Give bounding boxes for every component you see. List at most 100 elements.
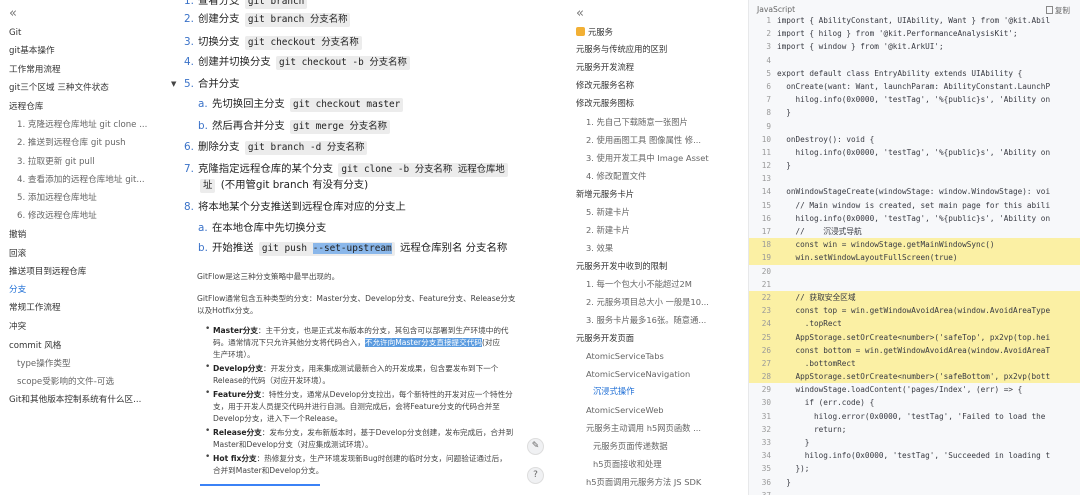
sidebar-item[interactable]: Git和其他版本控制系统有什么区... [9, 394, 141, 406]
step-text: 将本地某个分支推送到远程仓库对应的分支上 [198, 201, 406, 213]
line-number: 12 [761, 161, 771, 171]
sidebar-item[interactable]: h5页面接收和处理 [593, 458, 662, 470]
sidebar-item[interactable]: 元服务主动调用 h5网页函数 ... [586, 422, 701, 434]
code-text: git branch [247, 0, 305, 7]
code-text: onWindowStageCreate(windowStage: window.… [777, 187, 1051, 197]
sidebar-item[interactable]: AtomicServiceWeb [586, 404, 664, 416]
sidebar-item[interactable]: 元服务页面传递数据 [593, 440, 668, 452]
sidebar-item[interactable]: commit 风格 [9, 340, 61, 352]
mid-outline-sidebar: « 元服务元服务与传统应用的区别 元服务开发流程 修改元服务名称 修改元服务图标 1. … [570, 0, 740, 495]
selected-text[interactable]: 不允许向Master分支直接提交代码 [364, 338, 482, 347]
line-number: 8 [766, 108, 771, 118]
sidebar-item[interactable]: 回滚 [9, 248, 26, 260]
sidebar-item[interactable]: 1. 先自己下载随意一张图片 [586, 116, 688, 128]
sidebar-item[interactable]: 2. 新建卡片 [586, 224, 630, 236]
code-text: const win = windowStage.getMainWindowSyn… [777, 240, 995, 250]
edit-icon[interactable]: ✎ [527, 438, 544, 455]
help-icon[interactable]: ? [527, 467, 544, 484]
line-number: 19 [761, 253, 771, 263]
sidebar-item[interactable]: type操作类型 [17, 358, 71, 370]
sidebar-item[interactable]: git三个区域 三种文件状态 [9, 82, 109, 94]
paragraph: GitFlow通常包含五种类型的分支：Master分支、Develop分支、Fe… [197, 294, 516, 303]
step-text: 先切换回主分支 [212, 98, 289, 110]
sidebar-item[interactable]: AtomicServiceTabs [586, 350, 664, 362]
sidebar-item[interactable]: 4. 修改配置文件 [586, 170, 646, 182]
sidebar-item[interactable]: 2. 使用画图工具 图像属性 修... [586, 134, 701, 146]
sidebar-item-label: 元服务主动调用 h5网页函数 ... [586, 423, 701, 433]
code-text: AppStorage.setOrCreate<number>('safeTop'… [777, 332, 1051, 342]
sidebar-item[interactable]: 1. 每一个包大小不能超过2M [586, 278, 692, 290]
double-chevron-left-icon[interactable]: « [9, 6, 17, 21]
sidebar-item[interactable]: 元服务开发流程 [576, 61, 634, 73]
sidebar-item-label: 元服务开发页面 [576, 333, 635, 343]
code-text: hilog.error(0x0000, 'testTag', 'Failed t… [777, 411, 1046, 421]
sidebar-item[interactable]: 冲突 [9, 321, 26, 333]
sidebar-item[interactable]: 新增元服务卡片 [576, 188, 634, 200]
code-line: 13 [749, 172, 1080, 185]
sidebar-item[interactable]: 5. 添加远程仓库地址 [17, 192, 97, 204]
bullet-line: ：特性分支，通常从Develop分支拉出，每个新特性的开发对应一个特性分 [261, 390, 513, 399]
code-text: 址 [203, 180, 213, 191]
code-text: .bottomRect [777, 358, 856, 368]
code-inline: git checkout master [290, 98, 404, 112]
sidebar-item[interactable]: Git [9, 27, 21, 39]
line-number: 25 [761, 332, 771, 342]
bullet-line: ：开发分支，用来集成测试最新合入的开发成果，包含要发布到下一个 [263, 364, 499, 373]
sidebar-item[interactable]: 3. 拉取更新 git pull [17, 156, 95, 168]
double-chevron-left-icon[interactable]: « [576, 6, 584, 21]
sidebar-item[interactable]: 元服务与传统应用的区别 [576, 43, 667, 55]
code-text: export default class EntryAbility extend… [777, 68, 1023, 78]
sidebar-item[interactable]: 沉浸式操作 [593, 385, 635, 397]
sidebar-item[interactable]: 修改元服务图标 [576, 97, 634, 109]
sidebar-item[interactable]: 远程仓库 [9, 101, 43, 113]
step-text: 远程仓库别名 分支名称 [396, 242, 508, 254]
bullet-line: 合并到Master和Develop分支。 [213, 466, 324, 475]
sidebar-item[interactable]: 1. 克隆远程仓库地址 git clone ... [17, 119, 147, 131]
sidebar-item[interactable]: 元服务开发中收到的限制 [576, 260, 667, 272]
caret-down-icon[interactable]: ▼ [171, 80, 176, 88]
sidebar-item[interactable]: 3. 使用开发工具中 Image Asset [586, 152, 709, 164]
bullet-line: ：主干分支，也是正式发布版本的分支，其包含可以部署到生产环境中的代 [257, 326, 509, 335]
sidebar-item[interactable]: 分支 [9, 284, 26, 296]
code-text: git checkout -b 分支名称 [279, 57, 407, 68]
step-text: 创建分支 [198, 13, 243, 25]
step-item: 6. 删除分支 git branch -d 分支名称 [184, 140, 369, 155]
sidebar-item[interactable]: 工作常用流程 [9, 64, 61, 76]
sidebar-item[interactable]: 4. 查看添加的远程仓库地址 git... [17, 174, 145, 186]
service-icon [576, 27, 585, 36]
sidebar-item[interactable]: 2. 元服务项目总大小 一般是10... [586, 296, 709, 308]
sidebar-item-label: 1. 先自己下载随意一张图片 [586, 117, 688, 127]
line-number: 16 [761, 213, 771, 223]
sidebar-item[interactable]: 常规工作流程 [9, 302, 61, 314]
sidebar-item[interactable]: 推送项目到远程仓库 [9, 266, 86, 278]
code-inline: git branch [244, 0, 308, 9]
sidebar-item[interactable]: 6. 修改远程仓库地址 [17, 210, 97, 222]
sidebar-item[interactable]: scope受影响的文件-可选 [17, 376, 114, 388]
step-item: 址 (不用管git branch 有没有分支) [184, 178, 368, 193]
sidebar-item-label: 元服务页面传递数据 [593, 441, 668, 451]
step-item: 8. 将本地某个分支推送到远程仓库对应的分支上 [184, 200, 406, 214]
sidebar-item[interactable]: git基本操作 [9, 45, 55, 57]
sidebar-item[interactable]: 元服务 [576, 26, 613, 38]
code-line: 21 [749, 278, 1080, 291]
sidebar-item[interactable]: 5. 新建卡片 [586, 206, 630, 218]
sidebar-item[interactable]: 元服务开发页面 [576, 332, 634, 344]
code-line: 15 // Main window is created, set main p… [749, 199, 1080, 212]
sidebar-item[interactable]: 2. 推送到远程仓库 git push [17, 137, 126, 149]
code-text: hilog.info(0x0000, 'testTag', '%{public}… [777, 147, 1051, 157]
sidebar-item[interactable]: h5页面调用元服务方法 JS SDK [586, 476, 701, 488]
sidebar-item[interactable]: 3. 服务卡片最多16张。随意通... [586, 314, 706, 326]
code-line: 3 import { window } from '@kit.ArkUI'; [749, 40, 1080, 53]
code-text: import { hilog } from '@kit.PerformanceA… [777, 29, 1018, 39]
line-number: 23 [761, 306, 771, 316]
bullet-dot: • [205, 452, 211, 462]
paragraph: GitFlow是这三种分支策略中最早出现的。 [197, 272, 340, 281]
code-line: 30 if (err.code) { [749, 396, 1080, 409]
code-inline: git checkout -b 分支名称 [276, 56, 410, 70]
sidebar-item[interactable]: AtomicServiceNavigation [586, 368, 690, 380]
sidebar-item[interactable]: 修改元服务名称 [576, 79, 634, 91]
line-number: 29 [761, 385, 771, 395]
sidebar-item[interactable]: 3. 效果 [586, 242, 613, 254]
sidebar-item[interactable]: 撤销 [9, 229, 26, 241]
code-text: .topRect [777, 319, 842, 329]
